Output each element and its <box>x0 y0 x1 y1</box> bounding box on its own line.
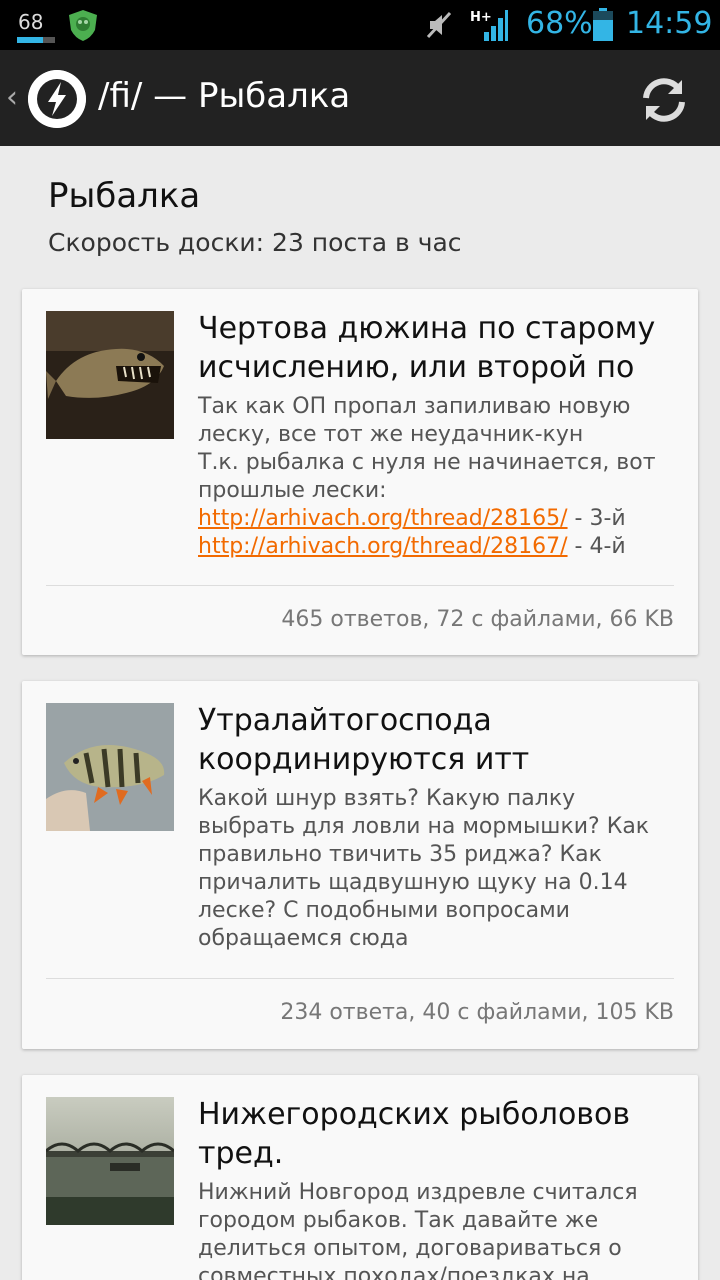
link-suffix: - 3-й <box>567 506 626 531</box>
thread-title: Утралайтогоспода координируются итт <box>198 703 530 777</box>
archive-link[interactable]: http://arhivach.org/thread/28165/ <box>198 506 568 531</box>
shield-app-icon <box>69 10 97 41</box>
thread-thumbnail[interactable] <box>46 311 174 439</box>
thread-card[interactable]: Нижегородских рыболовов тред. Нижний Нов… <box>22 1075 698 1280</box>
thread-thumbnail[interactable] <box>46 703 174 831</box>
thread-list-screen[interactable]: Рыбалка Скорость доски: 23 поста в час Ч… <box>0 146 720 1280</box>
archive-link[interactable]: http://arhivach.org/thread/28167/ <box>198 534 568 559</box>
battery-level-text: 68 <box>18 10 44 34</box>
signal-icon: H+ <box>470 10 508 41</box>
board-name: Рыбалка <box>48 176 201 216</box>
card-divider <box>46 585 674 586</box>
app-logo-icon[interactable] <box>28 70 86 128</box>
clock: 14:59 <box>626 6 713 41</box>
thread-link-line: http://arhivach.org/thread/28165/ - 3-й <box>198 505 678 533</box>
thread-link-line: http://arhivach.org/thread/28167/ - 4-й <box>198 533 678 561</box>
thread-card[interactable]: Утралайтогоспода координируются итт Како… <box>22 681 698 1049</box>
thread-title: Нижегородских рыболовов тред. <box>198 1097 631 1171</box>
thread-thumbnail[interactable] <box>46 1097 174 1225</box>
board-speed: Скорость доски: 23 поста в час <box>48 228 462 257</box>
status-bar: 68 H+ 68% 14:59 <box>0 0 720 50</box>
screen-title: /fi/ — Рыбалка <box>98 76 351 116</box>
thread-body-line: Какой шнур взять? Какую палку выбрать дл… <box>198 786 650 951</box>
card-divider <box>46 978 674 979</box>
battery-level-bar <box>17 37 55 43</box>
thread-body-line: Нижний Новгород издревле считался городо… <box>198 1180 638 1280</box>
thread-body: Нижний Новгород издревле считался городо… <box>198 1179 678 1280</box>
thread-title: Чертова дюжина по старому исчислению, ил… <box>198 311 656 385</box>
battery-icon <box>593 8 613 41</box>
mute-icon <box>426 11 452 39</box>
link-suffix: - 4-й <box>567 534 626 559</box>
thread-stats: 465 ответов, 72 с файлами, 66 KB <box>281 607 674 632</box>
battery-percent: 68% <box>526 6 593 41</box>
thread-body-line: Так как ОП пропал запиливаю новую леску,… <box>198 394 631 447</box>
battery-level-fill <box>17 37 43 43</box>
refresh-icon[interactable] <box>636 72 692 128</box>
thread-body: Какой шнур взять? Какую палку выбрать дл… <box>198 785 678 953</box>
back-chevron-icon[interactable]: ‹ <box>6 80 18 115</box>
thread-body: Так как ОП пропал запиливаю новую леску,… <box>198 393 678 561</box>
action-bar: ‹ /fi/ — Рыбалка <box>0 50 720 146</box>
thread-stats: 234 ответа, 40 с файлами, 105 KB <box>280 1000 674 1025</box>
thread-card[interactable]: Чертова дюжина по старому исчислению, ил… <box>22 289 698 655</box>
network-label: H+ <box>470 10 492 25</box>
thread-body-line: Т.к. рыбалка с нуля не начинается, вот п… <box>198 450 656 503</box>
